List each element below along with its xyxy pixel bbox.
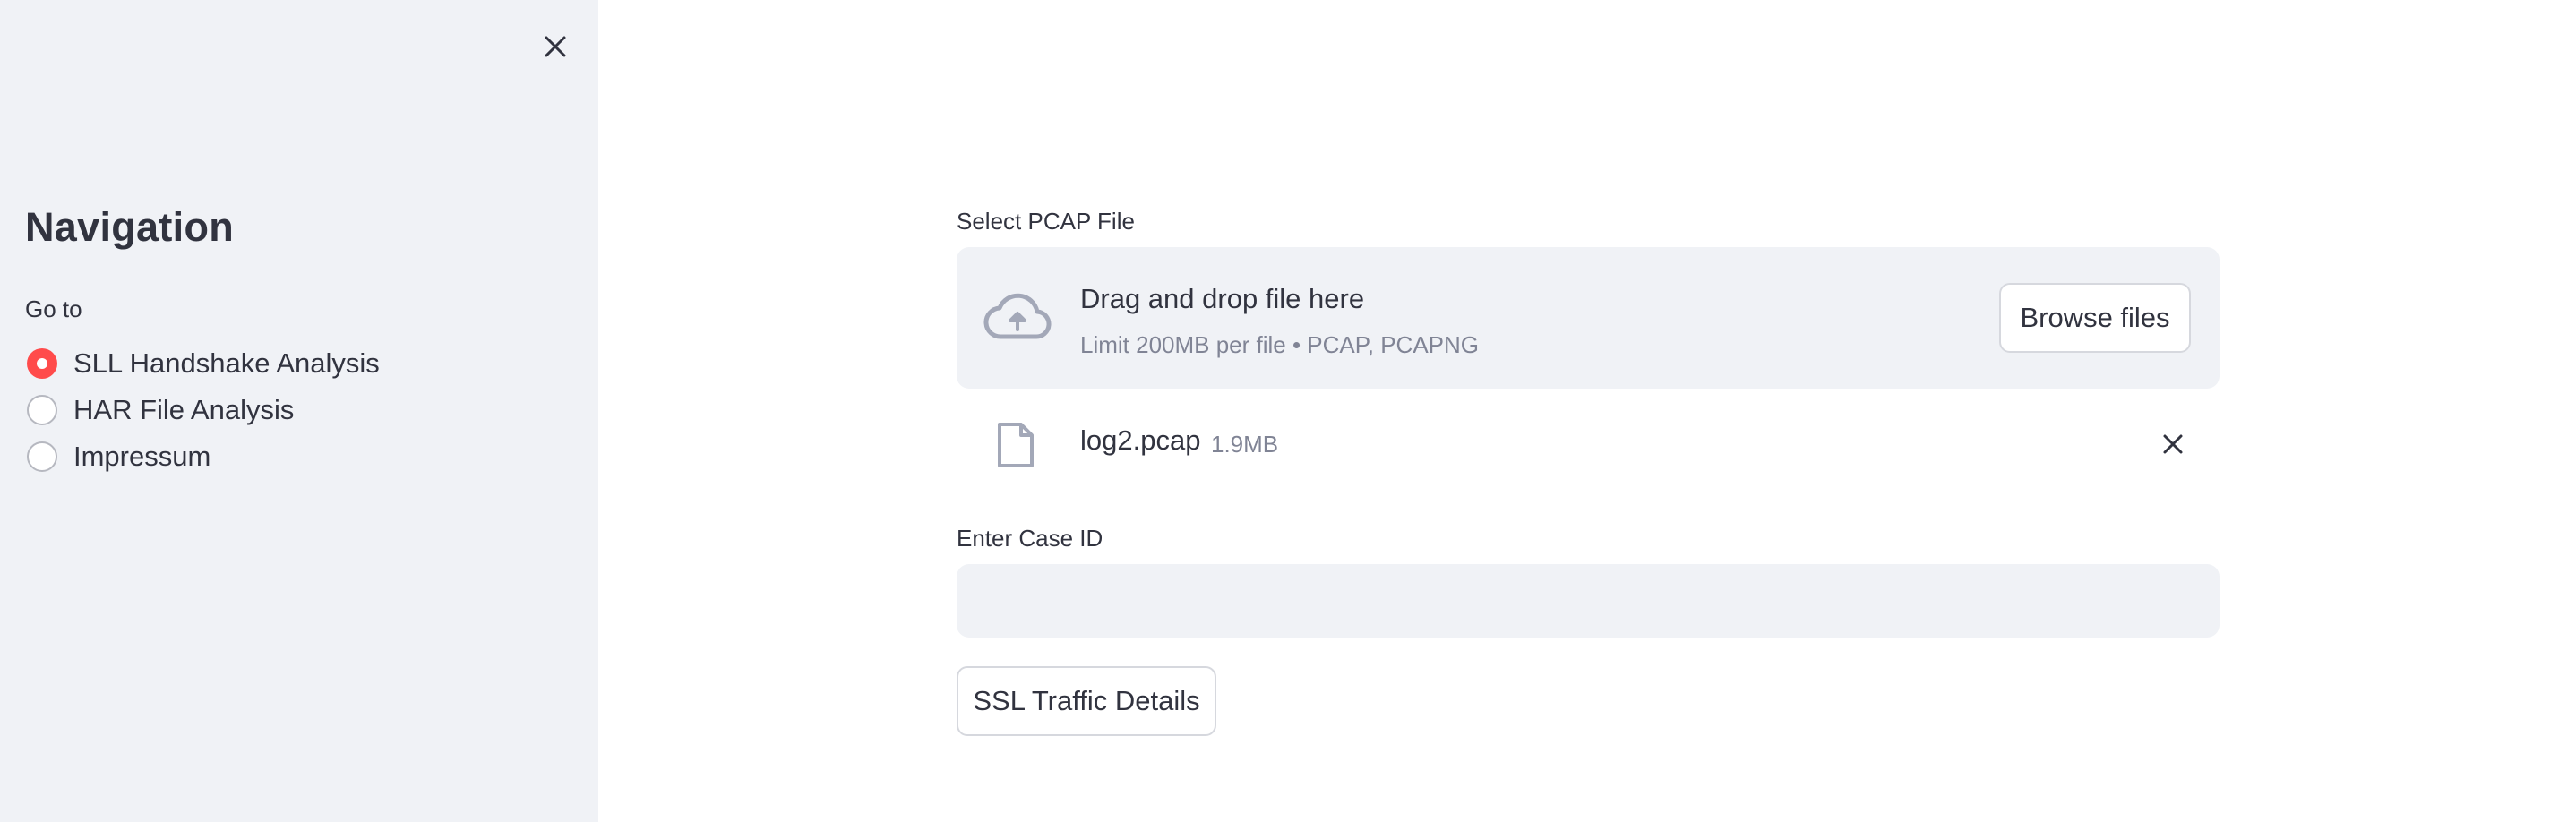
sidebar-close-button[interactable] — [536, 27, 575, 66]
sidebar-title: Navigation — [25, 204, 235, 250]
sidebar: Navigation Go to SLL Handshake Analysis … — [0, 0, 598, 822]
radio-option-har-file[interactable]: HAR File Analysis — [27, 387, 380, 433]
radio-dot — [37, 358, 47, 369]
radio-button-checked[interactable] — [27, 348, 57, 379]
uploaded-file-row: log2.pcap 1.9MB — [957, 412, 2220, 475]
file-icon — [998, 423, 1034, 467]
radio-button[interactable] — [27, 395, 57, 425]
app-root: Navigation Go to SLL Handshake Analysis … — [0, 0, 2576, 822]
navigation-radio-group: SLL Handshake Analysis HAR File Analysis… — [27, 340, 380, 480]
cloud-upload-icon — [983, 293, 1052, 339]
radio-label: SLL Handshake Analysis — [73, 347, 380, 379]
case-id-input[interactable] — [957, 564, 2220, 638]
radio-label: HAR File Analysis — [73, 394, 295, 425]
close-icon — [545, 36, 566, 57]
case-id-label: Enter Case ID — [957, 525, 1103, 552]
file-uploader-label: Select PCAP File — [957, 208, 1135, 235]
file-dropzone[interactable]: Drag and drop file here Limit 200MB per … — [957, 247, 2220, 389]
close-icon — [2163, 434, 2183, 454]
dropzone-limit-text: Limit 200MB per file • PCAP, PCAPNG — [1080, 331, 1480, 358]
remove-file-button[interactable] — [2153, 424, 2193, 464]
uploaded-file-size: 1.9MB — [1211, 431, 1279, 458]
dropzone-instructions: Drag and drop file here — [1080, 283, 1365, 314]
browse-files-button[interactable]: Browse files — [1999, 283, 2191, 353]
radio-button[interactable] — [27, 441, 57, 472]
radio-option-ssl-handshake[interactable]: SLL Handshake Analysis — [27, 340, 380, 387]
radio-label: Impressum — [73, 441, 211, 472]
ssl-traffic-details-button[interactable]: SSL Traffic Details — [957, 666, 1216, 736]
radio-option-impressum[interactable]: Impressum — [27, 433, 380, 480]
uploaded-file-name: log2.pcap — [1080, 424, 1201, 456]
goto-label: Go to — [25, 295, 82, 322]
